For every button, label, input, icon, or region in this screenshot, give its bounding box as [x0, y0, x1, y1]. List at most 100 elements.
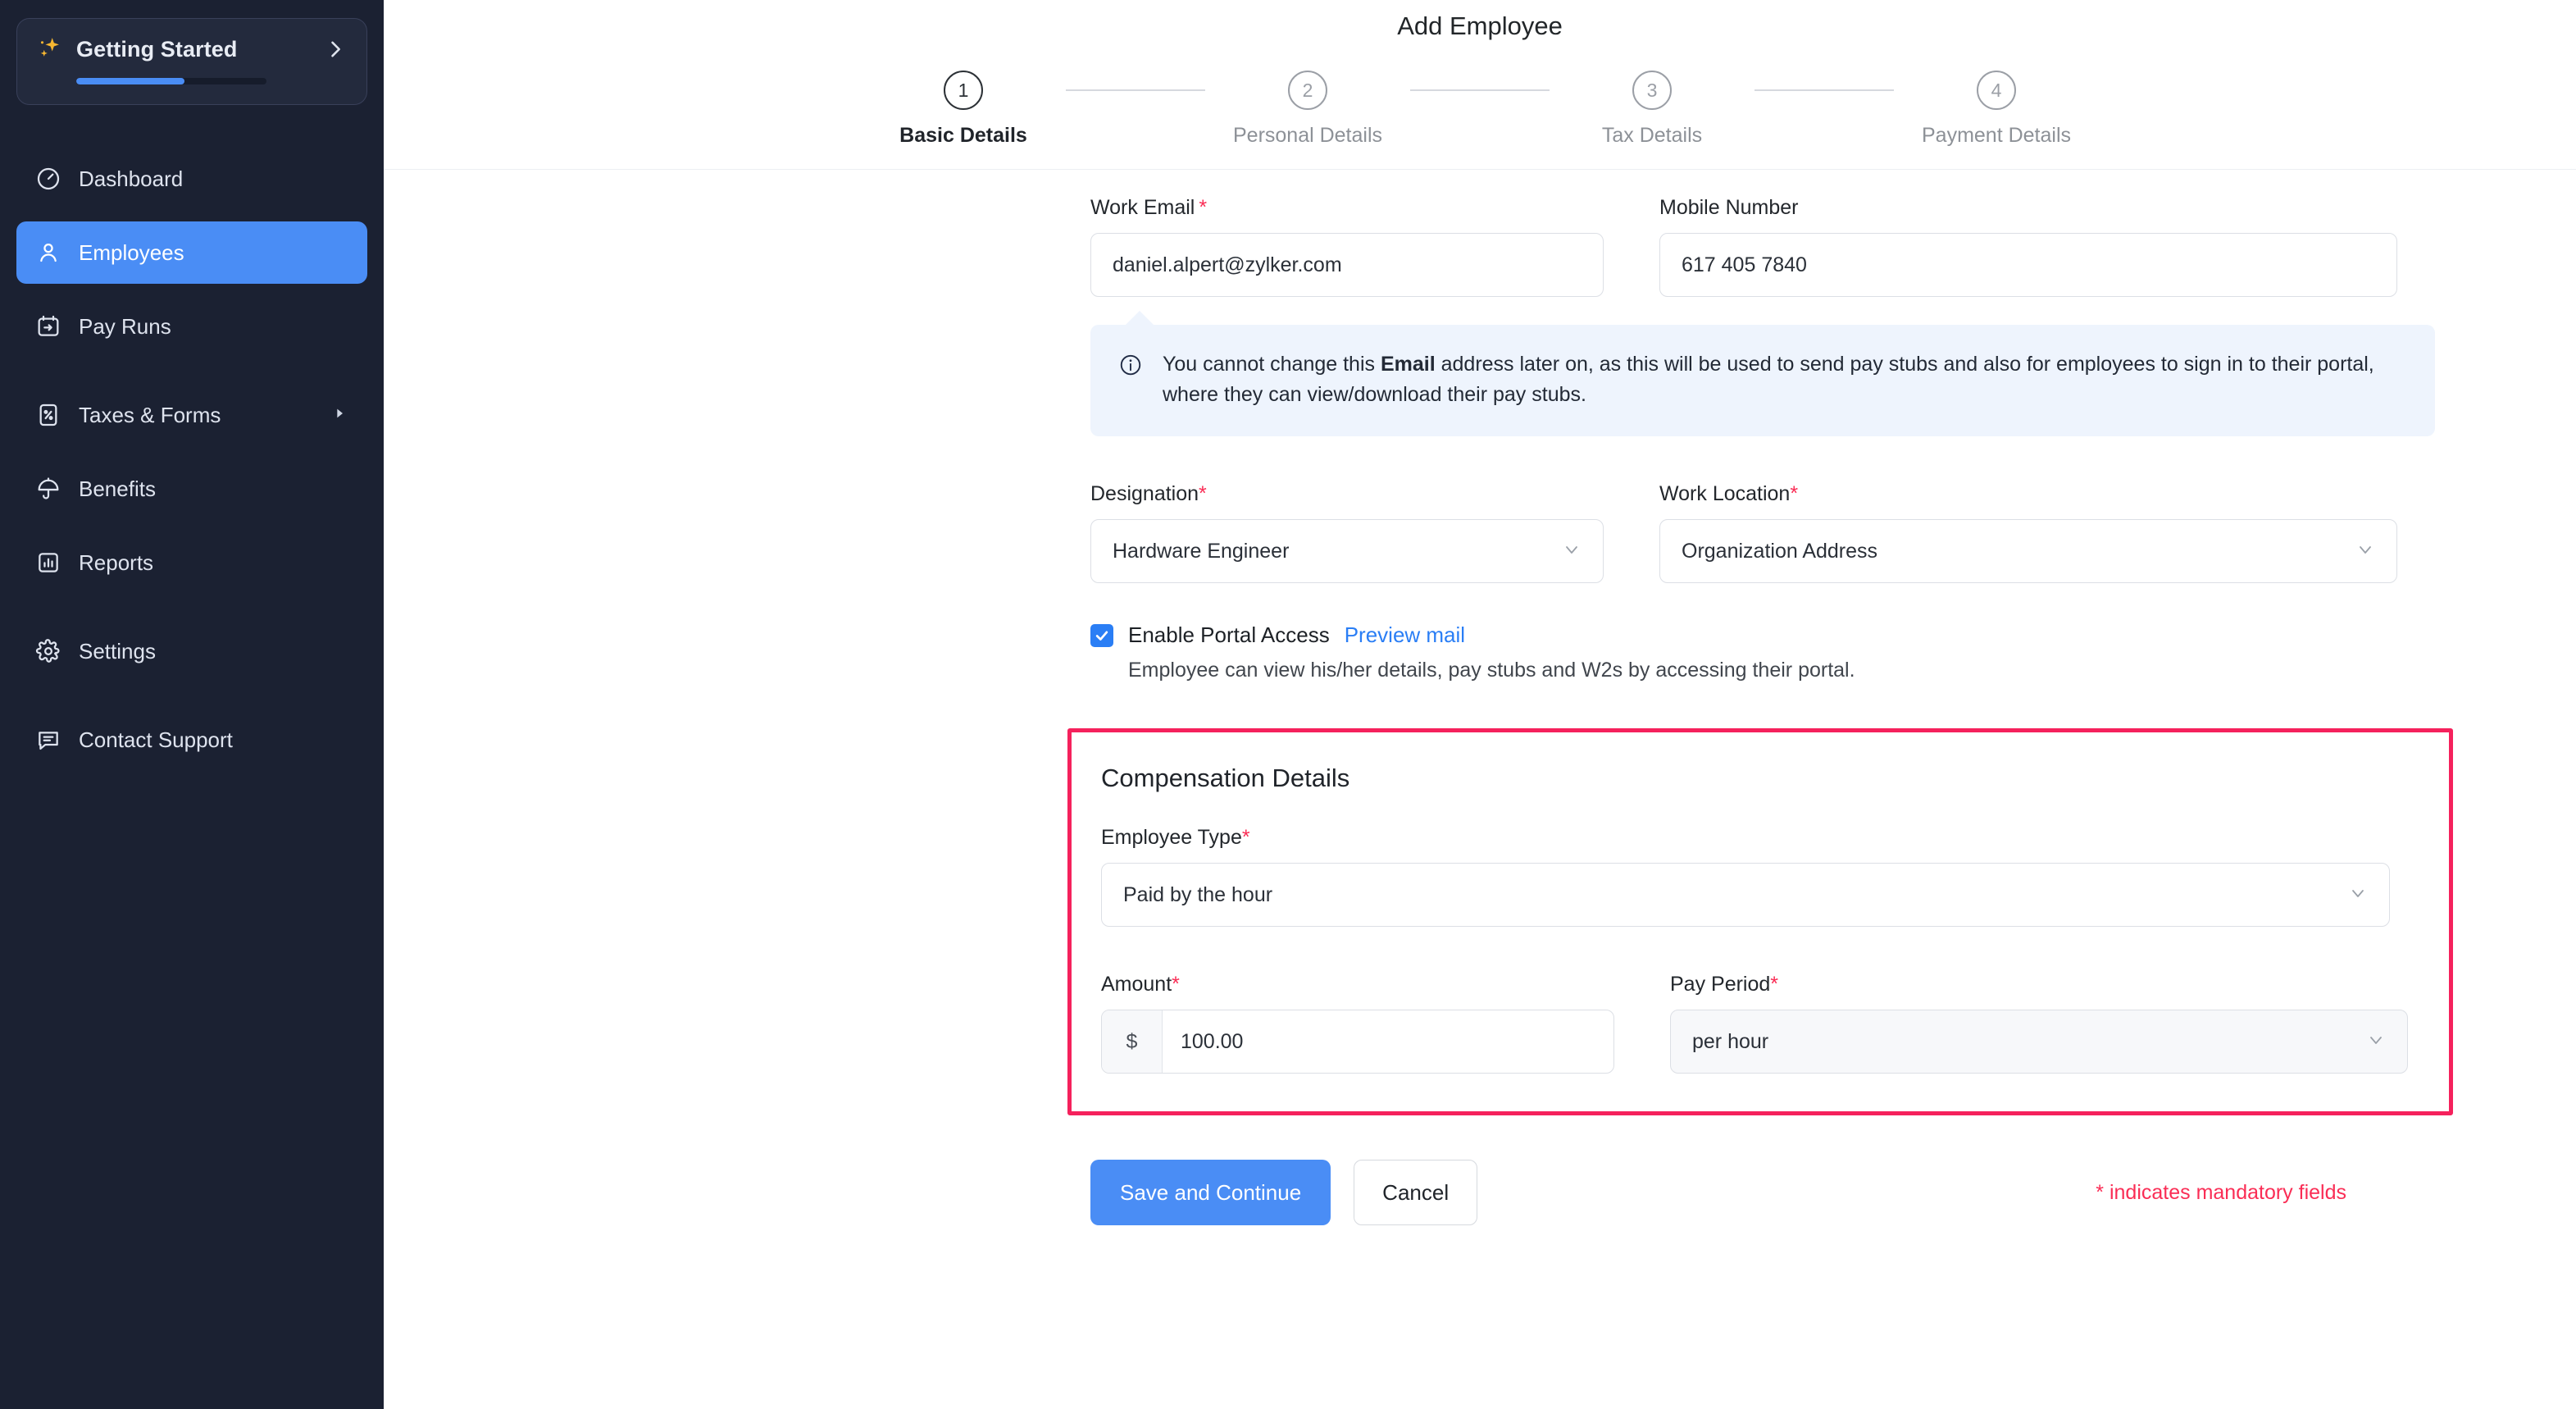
step-number: 1 [944, 71, 983, 110]
work-location-label: Work Location* [1659, 482, 2397, 506]
sparkle-icon [37, 35, 65, 63]
email-info-text: You cannot change this Email address lat… [1163, 349, 2407, 410]
step-tax-details[interactable]: 3 Tax Details [1550, 71, 1755, 148]
bar-chart-icon [34, 549, 62, 577]
sidebar-item-pay-runs[interactable]: Pay Runs [16, 295, 367, 358]
work-location-select[interactable]: Organization Address [1659, 519, 2397, 583]
sidebar-item-employees[interactable]: Employees [16, 221, 367, 284]
row-email-mobile: Work Email* daniel.alpert@zylker.com Mob… [1090, 196, 2435, 297]
designation-select[interactable]: Hardware Engineer [1090, 519, 1604, 583]
sidebar-item-taxes-and-forms[interactable]: Taxes & Forms [16, 384, 367, 446]
step-number: 3 [1632, 71, 1672, 110]
sidebar: Getting Started Dashboard [0, 0, 384, 1409]
step-connector [1066, 89, 1205, 91]
employee-form: Work Email* daniel.alpert@zylker.com Mob… [1090, 170, 2435, 1225]
sidebar-item-label: Dashboard [79, 166, 349, 192]
sidebar-item-label: Settings [79, 639, 349, 664]
cancel-button[interactable]: Cancel [1354, 1160, 1477, 1225]
chevron-down-icon [2366, 1030, 2386, 1053]
sidebar-item-label: Taxes & Forms [79, 403, 316, 428]
step-payment-details[interactable]: 4 Payment Details [1894, 71, 2099, 148]
work-email-input[interactable]: daniel.alpert@zylker.com [1090, 233, 1604, 297]
sidebar-item-label: Reports [79, 550, 349, 576]
spacer [1090, 583, 2435, 616]
field-work-location: Work Location* Organization Address [1659, 482, 2397, 583]
sidebar-item-contact-support[interactable]: Contact Support [16, 709, 367, 771]
step-label: Personal Details [1233, 124, 1382, 148]
amount-input-group: $ 100.00 [1101, 1010, 1614, 1074]
tax-percent-document-icon [34, 401, 62, 429]
form-scroll-area[interactable]: Work Email* daniel.alpert@zylker.com Mob… [384, 170, 2576, 1409]
chevron-down-icon [1562, 540, 1582, 563]
field-work-email: Work Email* daniel.alpert@zylker.com [1090, 196, 1604, 297]
mobile-number-label: Mobile Number [1659, 196, 2397, 220]
work-email-label-text: Work Email [1090, 196, 1195, 219]
sidebar-item-label: Employees [79, 240, 349, 266]
chevron-right-icon[interactable] [324, 38, 347, 61]
getting-started-progress-fill [76, 78, 184, 84]
getting-started-progress [76, 78, 266, 84]
main-content: Add Employee 1 Basic Details 2 Personal … [384, 0, 2576, 1409]
save-and-continue-button[interactable]: Save and Continue [1090, 1160, 1331, 1225]
amount-label-text: Amount [1101, 973, 1172, 996]
getting-started-header: Getting Started [37, 35, 347, 63]
portal-access-description: Employee can view his/her details, pay s… [1128, 659, 2435, 682]
required-asterisk: * [1242, 826, 1250, 849]
required-asterisk: * [1199, 482, 1207, 505]
amount-input[interactable]: 100.00 [1163, 1010, 1613, 1073]
callout-text-part1: You cannot change this [1163, 353, 1381, 376]
pay-period-label: Pay Period* [1670, 973, 2408, 996]
step-basic-details[interactable]: 1 Basic Details [861, 71, 1066, 148]
field-designation: Designation* Hardware Engineer [1090, 482, 1604, 583]
user-icon [34, 239, 62, 267]
field-pay-period: Pay Period* per hour [1670, 973, 2408, 1074]
work-email-label: Work Email* [1090, 196, 1604, 220]
getting-started-title: Getting Started [76, 37, 312, 62]
chevron-down-icon [2348, 883, 2368, 906]
field-employee-type: Employee Type* Paid by the hour [1101, 826, 2419, 927]
compensation-details-section: Compensation Details Employee Type* Paid… [1067, 728, 2453, 1115]
app-root: Getting Started Dashboard [0, 0, 2576, 1409]
page-header: Add Employee 1 Basic Details 2 Personal … [384, 0, 2576, 170]
pay-period-select[interactable]: per hour [1670, 1010, 2408, 1074]
required-asterisk: * [1790, 482, 1798, 505]
callout-text-bold: Email [1381, 353, 1436, 376]
checkmark-icon [1094, 627, 1110, 644]
employee-type-select[interactable]: Paid by the hour [1101, 863, 2390, 927]
nav-spacer [16, 210, 367, 221]
sidebar-item-label: Contact Support [79, 727, 349, 753]
enable-portal-access-checkbox[interactable] [1090, 624, 1113, 647]
page-title: Add Employee [384, 11, 2576, 41]
chevron-right-icon[interactable] [333, 407, 346, 424]
sidebar-item-settings[interactable]: Settings [16, 620, 367, 682]
step-personal-details[interactable]: 2 Personal Details [1205, 71, 1410, 148]
pay-period-label-text: Pay Period [1670, 973, 1770, 996]
gear-icon [34, 637, 62, 665]
sidebar-item-reports[interactable]: Reports [16, 531, 367, 594]
compensation-section-title: Compensation Details [1101, 764, 2419, 793]
nav-spacer [16, 594, 367, 620]
field-mobile-number: Mobile Number 617 405 7840 [1659, 196, 2397, 297]
sidebar-item-dashboard[interactable]: Dashboard [16, 148, 367, 210]
getting-started-card[interactable]: Getting Started [16, 18, 367, 105]
nav-spacer [16, 446, 367, 458]
preview-mail-link[interactable]: Preview mail [1345, 622, 1465, 648]
employee-type-label: Employee Type* [1101, 826, 2419, 850]
sidebar-item-label: Pay Runs [79, 314, 349, 340]
step-number: 4 [1977, 71, 2016, 110]
designation-value: Hardware Engineer [1113, 540, 1289, 563]
required-asterisk: * [1172, 973, 1180, 996]
sidebar-item-label: Benefits [79, 477, 349, 502]
required-asterisk: * [1199, 196, 1207, 219]
step-label: Payment Details [1922, 124, 2071, 148]
nav-spacer [16, 358, 367, 384]
dashboard-gauge-icon [34, 165, 62, 193]
work-location-label-text: Work Location [1659, 482, 1790, 505]
sidebar-item-benefits[interactable]: Benefits [16, 458, 367, 520]
currency-prefix: $ [1102, 1010, 1163, 1073]
designation-label: Designation* [1090, 482, 1604, 506]
enable-portal-access-label: Enable Portal Access [1128, 622, 1330, 648]
mobile-number-input[interactable]: 617 405 7840 [1659, 233, 2397, 297]
portal-access-block: Enable Portal Access Preview mail Employ… [1090, 622, 2435, 682]
calendar-arrow-icon [34, 312, 62, 340]
